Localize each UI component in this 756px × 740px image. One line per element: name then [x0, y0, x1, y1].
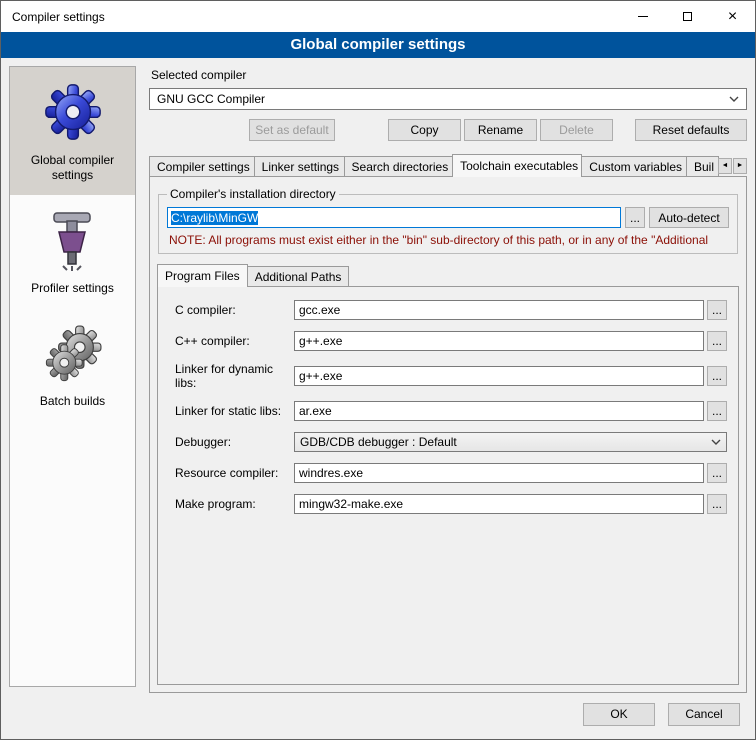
resource-compiler-input[interactable]: [294, 463, 704, 483]
ok-button[interactable]: OK: [583, 703, 655, 726]
selected-compiler-label: Selected compiler: [151, 68, 747, 82]
compiler-select-value: GNU GCC Compiler: [157, 92, 723, 106]
rename-button[interactable]: Rename: [464, 119, 537, 141]
install-dir-input[interactable]: C:\raylib\MinGW: [167, 207, 621, 228]
tab-scroll-buttons: ◄ ►: [718, 158, 747, 176]
installation-directory-row: C:\raylib\MinGW ... Auto-detect: [167, 207, 729, 228]
note-text: NOTE: All programs must exist either in …: [169, 233, 728, 247]
static-libs-linker-row: Linker for static libs: ...: [167, 401, 727, 421]
reset-defaults-button[interactable]: Reset defaults: [635, 119, 747, 141]
make-program-row: Make program: ...: [167, 494, 727, 514]
set-as-default-button[interactable]: Set as default: [249, 119, 335, 141]
subtab-program-files[interactable]: Program Files: [157, 264, 248, 287]
close-button[interactable]: ×: [710, 1, 755, 32]
sidebar-item-global-compiler-settings[interactable]: Global compiler settings: [10, 67, 135, 195]
settings-panel: Selected compiler GNU GCC Compiler Set a…: [149, 66, 747, 693]
tab-search-directories[interactable]: Search directories: [344, 156, 454, 176]
tab-build-truncated[interactable]: Buil: [686, 156, 719, 176]
cpp-compiler-input[interactable]: [294, 331, 704, 351]
c-compiler-browse-button[interactable]: ...: [707, 300, 727, 320]
cancel-button[interactable]: Cancel: [668, 703, 740, 726]
sidebar-item-batch-builds[interactable]: Batch builds: [10, 308, 135, 421]
dynamic-libs-linker-browse-button[interactable]: ...: [707, 366, 727, 386]
gears-gray-icon: [42, 321, 104, 385]
make-program-input[interactable]: [294, 494, 704, 514]
dialog-footer: OK Cancel: [1, 697, 755, 739]
dynamic-libs-linker-input[interactable]: [294, 366, 704, 386]
program-files-panel: C compiler: ... C++ compiler: ... Linker…: [157, 286, 739, 685]
settings-tabbar: Compiler settings Linker settings Search…: [149, 154, 747, 176]
dynamic-libs-linker-row: Linker for dynamic libs: ...: [167, 362, 727, 390]
c-compiler-row: C compiler: ...: [167, 300, 727, 320]
chevron-down-icon: [711, 439, 721, 445]
static-libs-linker-input[interactable]: [294, 401, 704, 421]
window-title: Compiler settings: [1, 1, 620, 32]
toolchain-executables-panel: Compiler's installation directory C:\ray…: [149, 176, 747, 693]
resource-compiler-browse-button[interactable]: ...: [707, 463, 727, 483]
tab-scroll-left-button[interactable]: ◄: [718, 158, 732, 174]
make-program-browse-button[interactable]: ...: [707, 494, 727, 514]
installation-directory-group-title: Compiler's installation directory: [167, 187, 339, 201]
cpp-compiler-label: C++ compiler:: [167, 334, 294, 348]
make-program-label: Make program:: [167, 497, 294, 511]
resource-compiler-label: Resource compiler:: [167, 466, 294, 480]
auto-detect-button[interactable]: Auto-detect: [649, 207, 729, 228]
dynamic-libs-linker-label: Linker for dynamic libs:: [167, 362, 294, 390]
page-title: Global compiler settings: [1, 32, 755, 58]
c-compiler-input[interactable]: [294, 300, 704, 320]
program-files-tabbar: Program Files Additional Paths: [157, 264, 739, 286]
tab-toolchain-executables[interactable]: Toolchain executables: [452, 154, 582, 177]
minimize-icon: [638, 16, 648, 17]
sidebar-item-profiler-settings[interactable]: Profiler settings: [10, 195, 135, 308]
delete-button[interactable]: Delete: [540, 119, 613, 141]
install-dir-browse-button[interactable]: ...: [625, 207, 645, 228]
maximize-icon: [683, 12, 692, 21]
debugger-label: Debugger:: [167, 435, 294, 449]
cpp-compiler-browse-button[interactable]: ...: [707, 331, 727, 351]
compiler-select[interactable]: GNU GCC Compiler: [149, 88, 747, 110]
tab-compiler-settings[interactable]: Compiler settings: [149, 156, 255, 176]
gear-blue-icon: [42, 80, 104, 144]
maximize-button[interactable]: [665, 1, 710, 32]
profiler-tool-icon: [44, 208, 102, 272]
debugger-value: GDB/CDB debugger : Default: [300, 435, 705, 449]
subtab-additional-paths[interactable]: Additional Paths: [247, 266, 350, 286]
sidebar-item-label: Global compiler settings: [14, 153, 131, 183]
cpp-compiler-row: C++ compiler: ...: [167, 331, 727, 351]
install-dir-value: C:\raylib\MinGW: [171, 211, 258, 225]
static-libs-linker-label: Linker for static libs:: [167, 404, 294, 418]
dialog-content: Global compiler settings Profiler settin…: [1, 58, 755, 697]
close-icon: ×: [728, 9, 737, 25]
tab-custom-variables[interactable]: Custom variables: [581, 156, 687, 176]
static-libs-linker-browse-button[interactable]: ...: [707, 401, 727, 421]
debugger-row: Debugger: GDB/CDB debugger : Default: [167, 432, 727, 452]
tab-linker-settings[interactable]: Linker settings: [254, 156, 345, 176]
copy-button[interactable]: Copy: [388, 119, 461, 141]
compiler-actions: Set as default Copy Rename Delete Reset …: [149, 119, 747, 141]
sidebar-item-label: Batch builds: [40, 394, 105, 409]
compiler-settings-window: Compiler settings × Global compiler sett…: [0, 0, 756, 740]
debugger-combobox[interactable]: GDB/CDB debugger : Default: [294, 432, 727, 452]
settings-sidebar: Global compiler settings Profiler settin…: [9, 66, 136, 687]
tab-scroll-right-button[interactable]: ►: [733, 158, 747, 174]
title-bar: Compiler settings ×: [1, 1, 755, 32]
c-compiler-label: C compiler:: [167, 303, 294, 317]
installation-directory-group: Compiler's installation directory C:\ray…: [158, 187, 738, 254]
minimize-button[interactable]: [620, 1, 665, 32]
sidebar-item-label: Profiler settings: [31, 281, 114, 296]
chevron-down-icon: [729, 96, 739, 102]
resource-compiler-row: Resource compiler: ...: [167, 463, 727, 483]
